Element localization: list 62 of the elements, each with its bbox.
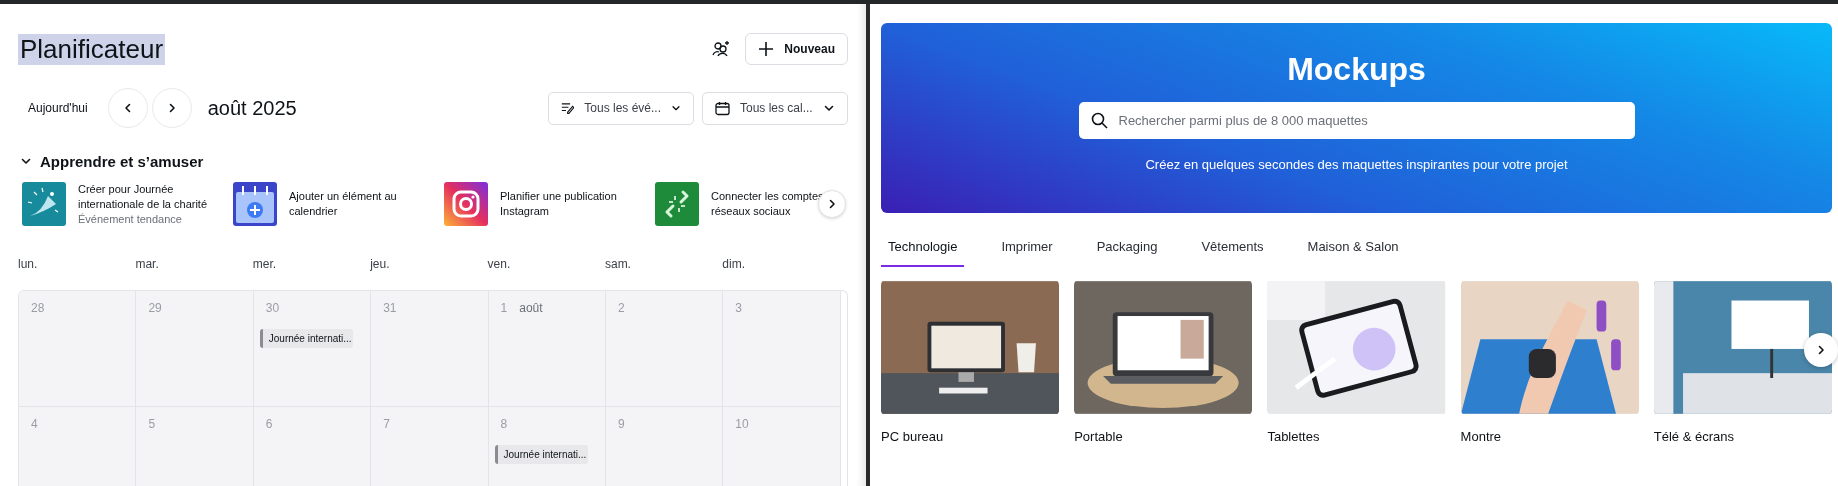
plus-icon bbox=[758, 41, 775, 57]
card-label[interactable]: Montre bbox=[1460, 429, 1639, 444]
photo-placeholder[interactable] bbox=[1460, 279, 1639, 416]
page-title: Planificateur bbox=[18, 33, 166, 65]
day-number: 10 bbox=[735, 417, 749, 431]
card-label[interactable]: Portable bbox=[1074, 429, 1253, 444]
weekday-label: dim. bbox=[722, 257, 746, 271]
suggestion-item[interactable]: Ajouter un élément au calendrier bbox=[229, 182, 440, 226]
weekday-label: lun. bbox=[18, 257, 39, 271]
category-tab[interactable]: Imprimer bbox=[994, 227, 1060, 267]
suggestion-item[interactable]: Créer pour Journée internationale de la charité Événement tendance bbox=[18, 181, 229, 227]
day-number: 31 bbox=[383, 301, 397, 315]
event-chip[interactable]: Journée internati... bbox=[259, 329, 353, 348]
card-label[interactable]: Télé & écrans bbox=[1653, 429, 1832, 444]
weekday-label: mer. bbox=[252, 257, 278, 271]
card-label[interactable]: PC bureau bbox=[881, 429, 1060, 444]
photo-placeholder[interactable] bbox=[881, 279, 1060, 416]
day-number: 28 bbox=[31, 301, 45, 315]
day-number: 4 bbox=[31, 417, 38, 431]
instagram-icon bbox=[444, 182, 488, 226]
month-name: août bbox=[519, 301, 543, 315]
banner-subtitle: Créez en quelques secondes des maquettes inspirantes pour votre projet bbox=[1145, 157, 1568, 172]
day-number: 29 bbox=[148, 301, 162, 315]
broken-link-icon bbox=[655, 182, 699, 226]
filter-dropdown[interactable]: Tous les cal... bbox=[702, 91, 848, 125]
edit-list-icon bbox=[561, 101, 575, 115]
today-button[interactable]: Aujourd'hui bbox=[18, 101, 100, 115]
suggestion-item[interactable]: Planifier une publication Instagram bbox=[440, 182, 651, 226]
day-number: 5 bbox=[148, 417, 156, 431]
category-tab[interactable]: Maison & Salon bbox=[1300, 227, 1406, 267]
calendar-icon bbox=[715, 100, 730, 116]
day-number: 30 bbox=[265, 301, 280, 315]
day-cell[interactable]: 1 août bbox=[488, 291, 606, 407]
month-label: août 2025 bbox=[207, 96, 297, 120]
photo-placeholder[interactable] bbox=[1267, 279, 1446, 416]
suggestion-item[interactable]: Connecter les comptes réseaux sociaux bbox=[651, 182, 862, 226]
day-number: 1 bbox=[500, 301, 508, 315]
day-number: 2 bbox=[617, 301, 625, 315]
event-chip[interactable]: Journée internati... bbox=[494, 445, 588, 464]
day-cell[interactable]: 8 Journée internati... bbox=[488, 407, 606, 486]
weekday-label: mar. bbox=[135, 257, 160, 271]
calendar-add-icon bbox=[233, 182, 277, 226]
card-label[interactable]: Tablettes bbox=[1267, 429, 1446, 444]
day-number: 7 bbox=[383, 417, 390, 431]
weekday-label: jeu. bbox=[370, 257, 391, 271]
weekday-label: sam. bbox=[604, 257, 632, 271]
weekday-label: ven. bbox=[487, 257, 512, 271]
photo-placeholder[interactable] bbox=[1074, 279, 1253, 416]
day-number: 3 bbox=[735, 301, 743, 315]
search-field[interactable]: Rechercher parmi plus de 8 000 maquettes bbox=[1078, 102, 1635, 139]
day-number: 9 bbox=[617, 417, 625, 431]
day-number: 6 bbox=[265, 417, 273, 431]
category-tab[interactable]: Technologie bbox=[881, 227, 965, 267]
category-tab[interactable]: Vêtements bbox=[1194, 227, 1271, 267]
people-add-icon[interactable] bbox=[711, 39, 732, 59]
banner-title: Mockups bbox=[1287, 51, 1426, 88]
day-cell[interactable]: 30 Journée internati... bbox=[253, 291, 372, 407]
filter-dropdown[interactable]: Tous les évé... bbox=[548, 91, 694, 125]
day-number: 8 bbox=[500, 417, 508, 431]
category-tab[interactable]: Packaging bbox=[1089, 227, 1165, 267]
section-header[interactable]: Apprendre et s’amuser bbox=[18, 146, 848, 176]
new-button[interactable]: Nouveau bbox=[745, 33, 848, 65]
